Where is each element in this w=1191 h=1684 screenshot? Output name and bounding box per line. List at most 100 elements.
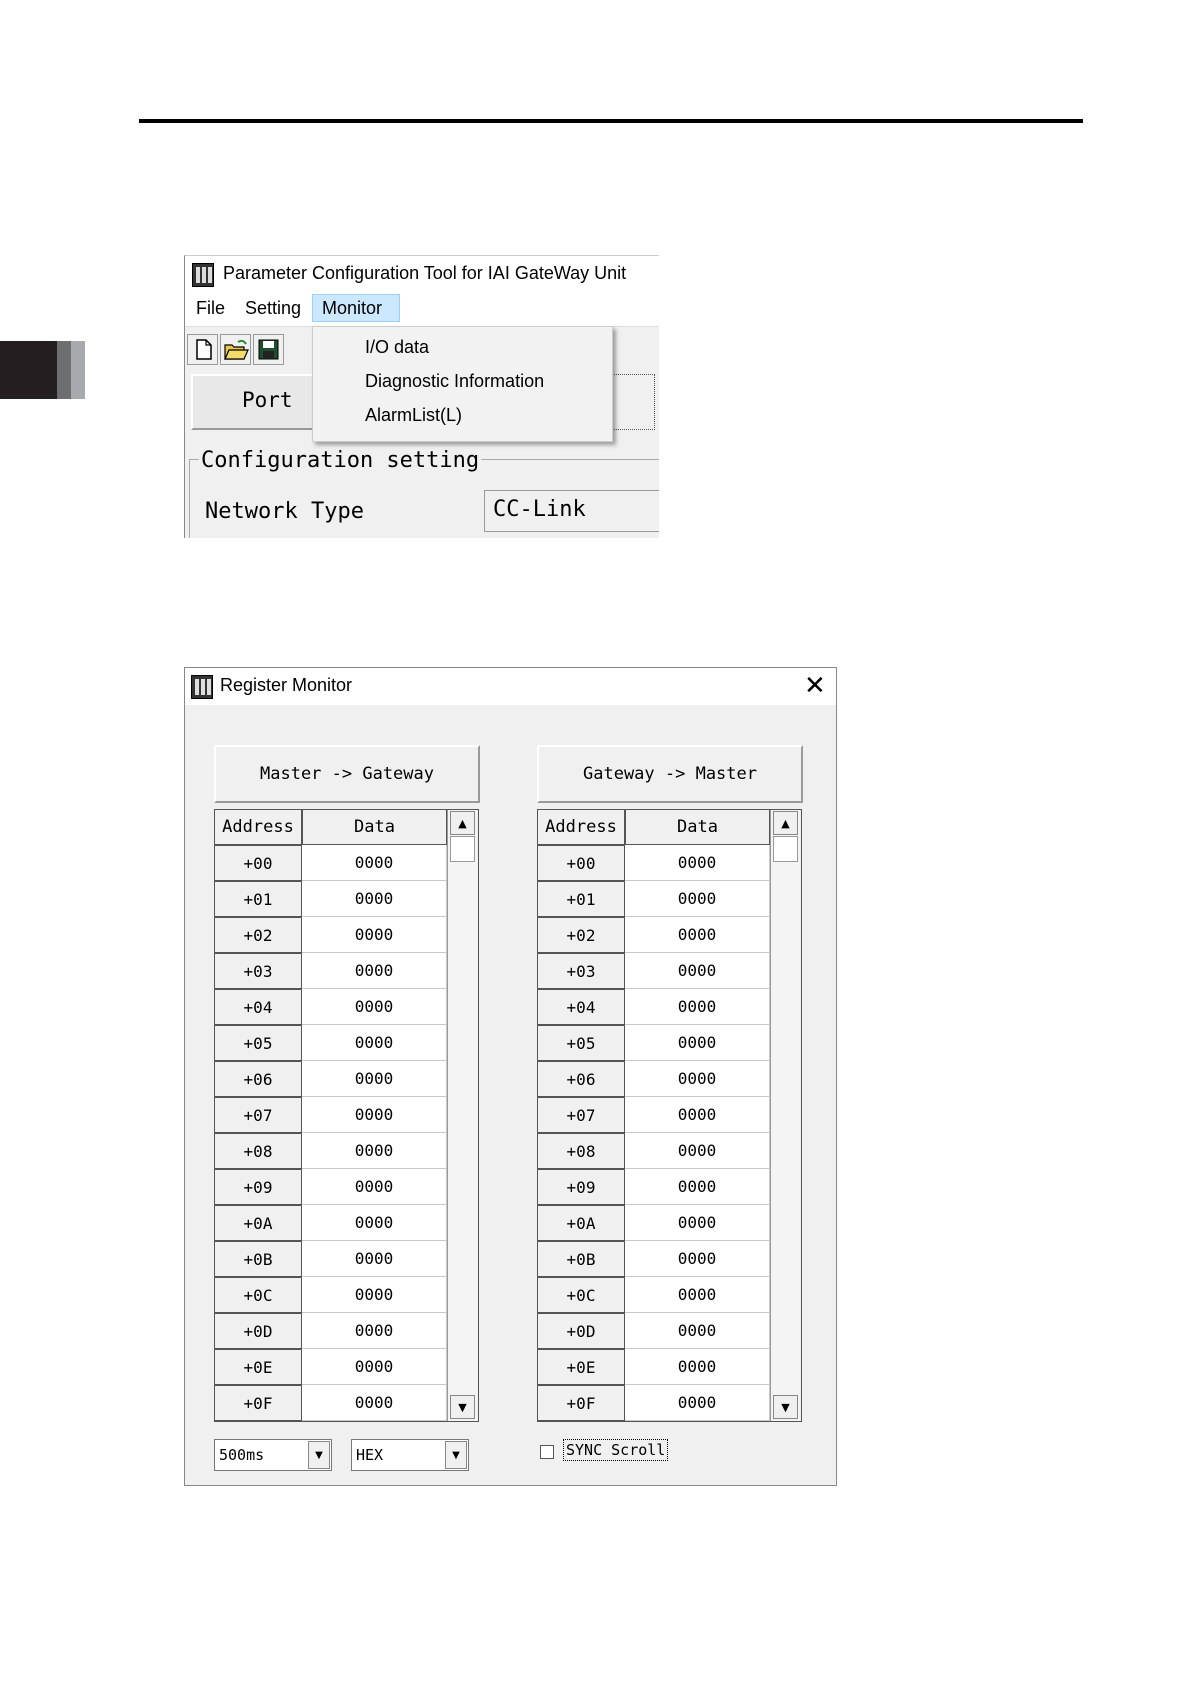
app-icon <box>192 263 214 287</box>
chapter-tab-stripe-light <box>71 341 85 399</box>
address-cell: +09 <box>537 1169 625 1205</box>
scroll-up-icon[interactable]: ▲ <box>450 811 475 835</box>
column-header-data: Data <box>302 809 447 845</box>
menu-item-io-data[interactable]: I/O data <box>365 337 429 358</box>
data-cell[interactable]: 0000 <box>302 1097 447 1133</box>
chevron-down-icon[interactable]: ▼ <box>445 1441 467 1469</box>
address-cell: +06 <box>214 1061 302 1097</box>
scroll-up-icon[interactable]: ▲ <box>773 811 798 835</box>
address-cell: +07 <box>214 1097 302 1133</box>
data-cell[interactable]: 0000 <box>625 1385 770 1421</box>
data-cell[interactable]: 0000 <box>625 1061 770 1097</box>
address-cell: +0C <box>214 1277 302 1313</box>
address-cell: +07 <box>537 1097 625 1133</box>
new-file-icon <box>196 339 212 360</box>
new-file-button[interactable] <box>187 334 218 365</box>
data-cell[interactable]: 0000 <box>302 1241 447 1277</box>
address-cell: +04 <box>214 989 302 1025</box>
scroll-down-icon[interactable]: ▼ <box>450 1395 475 1419</box>
save-file-button[interactable] <box>253 334 284 365</box>
address-cell: +0A <box>214 1205 302 1241</box>
monitor-dropdown-menu: I/O data Diagnostic Information AlarmLis… <box>312 326 613 442</box>
address-cell: +0B <box>214 1241 302 1277</box>
address-cell: +0B <box>537 1241 625 1277</box>
data-cell[interactable]: 0000 <box>625 1349 770 1385</box>
address-cell: +08 <box>214 1133 302 1169</box>
address-cell: +0A <box>537 1205 625 1241</box>
menu-monitor[interactable]: Monitor <box>322 298 382 319</box>
scroll-down-icon[interactable]: ▼ <box>773 1395 798 1419</box>
app-icon <box>191 675 213 699</box>
open-file-button[interactable] <box>220 334 251 365</box>
data-cell[interactable]: 0000 <box>625 1205 770 1241</box>
header-rule <box>139 119 1083 123</box>
scroll-thumb[interactable] <box>773 836 798 862</box>
address-cell: +03 <box>214 953 302 989</box>
interval-select[interactable]: 500ms ▼ <box>214 1439 332 1471</box>
data-cell[interactable]: 0000 <box>625 1169 770 1205</box>
master-to-gateway-header[interactable]: Master -> Gateway <box>214 745 480 803</box>
menu-item-alarm-list[interactable]: AlarmList(L) <box>365 405 462 426</box>
data-cell[interactable]: 0000 <box>302 953 447 989</box>
data-cell[interactable]: 0000 <box>302 845 447 881</box>
data-cell[interactable]: 0000 <box>625 1277 770 1313</box>
data-cell[interactable]: 0000 <box>625 1313 770 1349</box>
address-cell: +0D <box>537 1313 625 1349</box>
master-to-gateway-scrollbar[interactable]: ▲ ▼ <box>447 810 477 1421</box>
master-to-gateway-table: Address Data +00 0000 +01 0000 +02 0000 +03 000… <box>214 809 479 1422</box>
data-cell[interactable]: 0000 <box>302 881 447 917</box>
menu-setting[interactable]: Setting <box>245 298 301 319</box>
data-cell[interactable]: 0000 <box>625 1241 770 1277</box>
network-type-value: CC-Link <box>493 497 586 522</box>
interval-select-value: 500ms <box>219 1446 265 1464</box>
register-monitor-window: Register Monitor ✕ Master -> Gateway Gat… <box>184 667 837 1486</box>
menu-file[interactable]: File <box>196 298 225 319</box>
data-cell[interactable]: 0000 <box>302 1277 447 1313</box>
data-cell[interactable]: 0000 <box>625 881 770 917</box>
gateway-to-master-header[interactable]: Gateway -> Master <box>537 745 803 803</box>
data-cell[interactable]: 0000 <box>302 1205 447 1241</box>
address-cell: +03 <box>537 953 625 989</box>
data-cell[interactable]: 0000 <box>302 917 447 953</box>
data-cell[interactable]: 0000 <box>302 1313 447 1349</box>
close-icon[interactable]: ✕ <box>804 670 826 702</box>
address-cell: +00 <box>214 845 302 881</box>
address-cell: +0E <box>214 1349 302 1385</box>
configuration-group-title: Configuration setting <box>199 448 482 473</box>
network-type-label: Network Type <box>205 499 364 524</box>
address-cell: +0D <box>214 1313 302 1349</box>
config-tool-title: Parameter Configuration Tool for IAI Gat… <box>223 263 627 283</box>
data-cell[interactable]: 0000 <box>302 1169 447 1205</box>
address-cell: +01 <box>214 881 302 917</box>
sync-scroll-checkbox[interactable] <box>540 1445 554 1459</box>
data-cell[interactable]: 0000 <box>302 1025 447 1061</box>
open-folder-icon <box>224 339 249 360</box>
data-cell[interactable]: 0000 <box>625 917 770 953</box>
data-cell[interactable]: 0000 <box>302 989 447 1025</box>
data-cell[interactable]: 0000 <box>625 1097 770 1133</box>
data-cell[interactable]: 0000 <box>302 1349 447 1385</box>
format-select[interactable]: HEX ▼ <box>351 1439 469 1471</box>
address-cell: +05 <box>214 1025 302 1061</box>
scroll-thumb[interactable] <box>450 836 475 862</box>
data-cell[interactable]: 0000 <box>625 989 770 1025</box>
chapter-tab-stripe-dark <box>57 341 71 399</box>
gateway-to-master-scrollbar[interactable]: ▲ ▼ <box>770 810 800 1421</box>
data-cell[interactable]: 0000 <box>625 1133 770 1169</box>
address-cell: +04 <box>537 989 625 1025</box>
data-cell[interactable]: 0000 <box>302 1133 447 1169</box>
address-cell: +01 <box>537 881 625 917</box>
data-cell[interactable]: 0000 <box>625 1025 770 1061</box>
data-cell[interactable]: 0000 <box>625 845 770 881</box>
address-cell: +0E <box>537 1349 625 1385</box>
menu-item-diagnostic-information[interactable]: Diagnostic Information <box>365 371 544 392</box>
data-cell[interactable]: 0000 <box>302 1061 447 1097</box>
data-cell[interactable]: 0000 <box>625 953 770 989</box>
gateway-to-master-table: Address Data +00 0000 +01 0000 +02 0000 +03 000… <box>537 809 802 1422</box>
chevron-down-icon[interactable]: ▼ <box>308 1441 330 1469</box>
address-cell: +0F <box>214 1385 302 1421</box>
chapter-tab <box>0 341 57 399</box>
data-cell[interactable]: 0000 <box>302 1385 447 1421</box>
sync-scroll-label[interactable]: SYNC Scroll <box>563 1439 669 1461</box>
address-cell: +02 <box>537 917 625 953</box>
